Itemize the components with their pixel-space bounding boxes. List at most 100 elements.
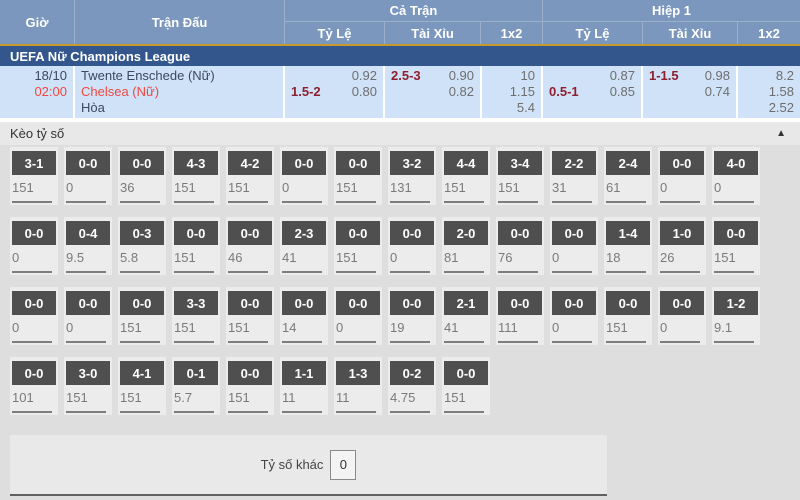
score-cell[interactable]: 0-076 — [496, 217, 544, 275]
score-cell[interactable]: 2-231 — [550, 147, 598, 205]
score-row: 0-000-000-01513-31510-01510-0140-000-019… — [10, 287, 800, 357]
score-cell[interactable]: 1-311 — [334, 357, 382, 415]
half-ou-under-odds[interactable]: 0.74 — [705, 84, 730, 100]
full-1x2-away-odds[interactable]: 1.15 — [510, 84, 535, 100]
score-cell[interactable]: 3-2131 — [388, 147, 436, 205]
score-cell[interactable]: 0-00 — [550, 287, 598, 345]
score-cell[interactable]: 4-3151 — [172, 147, 220, 205]
score-underline — [282, 411, 322, 413]
score-cell[interactable]: 0-014 — [280, 287, 328, 345]
score-cell[interactable]: 0-0111 — [496, 287, 544, 345]
score-cell[interactable]: 0-0151 — [172, 217, 220, 275]
score-cell[interactable]: 0-00 — [64, 287, 112, 345]
col-header-half-handicap: Tỷ Lệ — [543, 22, 643, 44]
half-overunder-col: 1-1.50.98 0.74 — [643, 66, 738, 118]
score-underline — [174, 271, 214, 273]
score-odds: 131 — [390, 180, 434, 196]
score-cell[interactable]: 0-00 — [64, 147, 112, 205]
score-cell[interactable]: 2-081 — [442, 217, 490, 275]
score-cell[interactable]: 0-00 — [334, 287, 382, 345]
score-cell[interactable]: 4-2151 — [226, 147, 274, 205]
half-1x2-home-odds[interactable]: 8.2 — [776, 68, 794, 84]
score-underline — [660, 341, 700, 343]
half-ou-over-odds[interactable]: 0.98 — [705, 68, 730, 84]
score-cell[interactable]: 0-15.7 — [172, 357, 220, 415]
full-ou-over-odds[interactable]: 0.90 — [449, 68, 474, 84]
score-cell[interactable]: 0-00 — [10, 287, 58, 345]
score-underline — [174, 201, 214, 203]
score-cell[interactable]: 0-0151 — [118, 287, 166, 345]
other-score-value[interactable]: 0 — [330, 450, 356, 480]
score-cell[interactable]: 0-046 — [226, 217, 274, 275]
score-odds: 9.5 — [66, 250, 110, 266]
half-hdp-home-odds[interactable]: 0.87 — [610, 68, 635, 84]
score-cell[interactable]: 3-3151 — [172, 287, 220, 345]
away-team: Chelsea (Nữ) — [75, 84, 283, 100]
score-cell[interactable]: 0-00 — [658, 287, 706, 345]
match-date: 18/10 — [0, 68, 73, 84]
score-underline — [66, 201, 106, 203]
full-1x2-home-odds[interactable]: 10 — [521, 68, 535, 84]
score-cell[interactable]: 0-35.8 — [118, 217, 166, 275]
score-cell[interactable]: 1-111 — [280, 357, 328, 415]
score-cell[interactable]: 0-24.75 — [388, 357, 436, 415]
score-underline — [120, 201, 160, 203]
score-cell[interactable]: 0-019 — [388, 287, 436, 345]
score-odds: 111 — [498, 320, 542, 336]
score-cell[interactable]: 3-0151 — [64, 357, 112, 415]
score-cell[interactable]: 0-036 — [118, 147, 166, 205]
score-underline — [66, 271, 106, 273]
score-cell[interactable]: 3-1151 — [10, 147, 58, 205]
score-odds: 151 — [12, 180, 56, 196]
score-cell[interactable]: 0-0151 — [226, 357, 274, 415]
score-cell[interactable]: 0-0151 — [226, 287, 274, 345]
score-cell[interactable]: 0-0151 — [334, 147, 382, 205]
score-cell[interactable]: 0-0151 — [604, 287, 652, 345]
score-cell[interactable]: 0-49.5 — [64, 217, 112, 275]
score-cell[interactable]: 2-461 — [604, 147, 652, 205]
score-odds: 151 — [444, 390, 488, 406]
full-ou-under-odds[interactable]: 0.82 — [449, 84, 474, 100]
score-cell[interactable]: 4-4151 — [442, 147, 490, 205]
score-underline — [228, 411, 268, 413]
score-cell[interactable]: 0-00 — [10, 217, 58, 275]
full-hdp-away-odds[interactable]: 0.80 — [352, 84, 377, 100]
score-cell[interactable]: 1-026 — [658, 217, 706, 275]
score-cell[interactable]: 1-418 — [604, 217, 652, 275]
score-label: 0-0 — [660, 151, 704, 175]
score-odds: 0 — [660, 320, 704, 336]
score-cell[interactable]: 0-00 — [550, 217, 598, 275]
score-underline — [12, 411, 52, 413]
score-underline — [390, 271, 430, 273]
score-underline — [714, 271, 754, 273]
score-cell[interactable]: 0-0151 — [442, 357, 490, 415]
score-label: 0-0 — [336, 291, 380, 315]
score-cell[interactable]: 0-00 — [388, 217, 436, 275]
collapse-triangle-icon[interactable]: ▲ — [776, 128, 786, 139]
score-cell[interactable]: 2-341 — [280, 217, 328, 275]
score-cell[interactable]: 0-0151 — [334, 217, 382, 275]
score-underline — [120, 411, 160, 413]
score-label: 0-0 — [120, 291, 164, 315]
score-cell[interactable]: 0-0151 — [712, 217, 760, 275]
score-cell[interactable]: 3-4151 — [496, 147, 544, 205]
score-label: 0-0 — [714, 221, 758, 245]
full-hdp-home-odds[interactable]: 0.92 — [352, 68, 377, 84]
score-label: 0-3 — [120, 221, 164, 245]
score-cell[interactable]: 0-0101 — [10, 357, 58, 415]
score-cell[interactable]: 4-1151 — [118, 357, 166, 415]
score-cell[interactable]: 2-141 — [442, 287, 490, 345]
score-cell[interactable]: 4-00 — [712, 147, 760, 205]
half-1x2-away-odds[interactable]: 1.58 — [769, 84, 794, 100]
score-grid: 3-11510-000-0364-31514-21510-000-01513-2… — [0, 145, 800, 427]
half-hdp-away-odds[interactable]: 0.85 — [610, 84, 635, 100]
score-odds: 151 — [228, 180, 272, 196]
half-hdp-line: 0.5-1 — [549, 84, 579, 100]
half-1x2-draw-odds[interactable]: 2.52 — [769, 100, 794, 116]
score-cell[interactable]: 1-29.1 — [712, 287, 760, 345]
score-cell[interactable]: 0-00 — [658, 147, 706, 205]
score-cell[interactable]: 0-00 — [280, 147, 328, 205]
full-overunder-col: 2.5-30.90 0.82 — [385, 66, 482, 118]
score-underline — [714, 201, 754, 203]
full-1x2-draw-odds[interactable]: 5.4 — [517, 100, 535, 116]
